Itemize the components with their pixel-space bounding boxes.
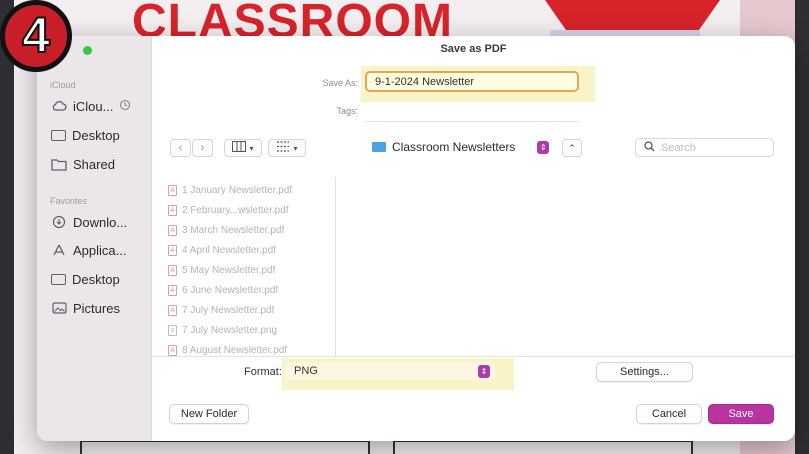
file-name: 4 April Newsletter.pdf — [182, 245, 276, 256]
new-folder-button[interactable]: New Folder — [169, 404, 249, 424]
save-as-input[interactable]: 9-1-2024 Newsletter — [365, 71, 579, 92]
sidebar-item-pictures[interactable]: Pictures — [51, 297, 120, 319]
divider — [152, 356, 795, 357]
format-label: Format: — [244, 366, 282, 378]
pdf-file-icon: A — [168, 265, 177, 276]
file-name: 8 August Newsletter.pdf — [182, 345, 288, 356]
chevron-up-icon: ⌃ — [568, 142, 576, 153]
background-box — [393, 440, 693, 454]
tags-label: Tags: — [336, 106, 358, 116]
background-box — [80, 440, 370, 454]
sidebar-item-label: Shared — [73, 156, 115, 172]
chevron-down-icon: ▾ — [293, 143, 298, 153]
chevron-left-icon: ‹ — [178, 142, 183, 154]
file-name: 7 July Newsletter.png — [182, 325, 278, 336]
file-item[interactable]: A 7 July Newsletter.pdf — [168, 302, 274, 319]
download-icon — [51, 215, 67, 229]
file-item[interactable]: ≡ 7 July Newsletter.png — [168, 322, 277, 339]
location-popup[interactable]: Classroom Newsletters ⇕ — [372, 138, 550, 156]
pdf-file-icon: A — [168, 225, 177, 236]
search-placeholder: Search — [661, 141, 696, 154]
sidebar-item-label: Pictures — [73, 300, 120, 316]
png-file-icon: ≡ — [168, 325, 177, 336]
search-icon — [644, 140, 655, 155]
file-item[interactable]: A 6 June Newsletter.pdf — [168, 282, 278, 299]
pdf-file-icon: A — [168, 205, 177, 216]
applications-icon — [51, 243, 67, 257]
file-item[interactable]: A 2 February...wsletter.pdf — [168, 202, 289, 219]
file-name: 1 January Newsletter.pdf — [182, 185, 293, 196]
file-name: 2 February...wsletter.pdf — [182, 205, 289, 216]
popup-stepper-icon: ⇕ — [478, 364, 490, 378]
file-item[interactable]: A 3 March Newsletter.pdf — [168, 222, 284, 239]
file-item[interactable]: A 4 April Newsletter.pdf — [168, 242, 276, 259]
sidebar-item-shared[interactable]: Shared — [51, 153, 115, 175]
file-name: 7 July Newsletter.pdf — [182, 305, 275, 316]
tags-input[interactable] — [365, 104, 579, 122]
save-as-pdf-dialog: iCloud iClou... Desktop Shared Favorites — [37, 36, 795, 441]
location-label: Classroom Newsletters — [392, 140, 516, 154]
pdf-file-icon: A — [168, 245, 177, 256]
pictures-icon — [51, 301, 67, 315]
columns-icon — [232, 141, 247, 155]
shared-folder-icon — [51, 157, 67, 171]
file-item[interactable]: A 5 May Newsletter.pdf — [168, 262, 275, 279]
back-button[interactable]: ‹ — [170, 139, 191, 157]
desktop-icon — [51, 273, 66, 285]
sidebar-item-label: Applica... — [73, 242, 127, 258]
step-badge: 4 — [0, 0, 72, 72]
sync-progress-icon — [119, 99, 131, 114]
popup-stepper-icon: ⇕ — [537, 140, 550, 154]
sidebar-item-label: Desktop — [72, 271, 120, 287]
chevron-down-icon: ▾ — [249, 143, 254, 153]
zoom-window-button[interactable] — [83, 46, 92, 55]
file-list: A 1 January Newsletter.pdf A 2 February.… — [152, 177, 336, 356]
format-value: PNG — [294, 365, 318, 377]
sidebar-item-applications[interactable]: Applica... — [51, 239, 126, 261]
grid-icon — [276, 141, 290, 155]
search-field[interactable]: Search — [635, 138, 774, 157]
background-banner — [545, 0, 720, 30]
cancel-button[interactable]: Cancel — [636, 404, 702, 424]
sidebar-item-desktop-icloud[interactable]: Desktop — [51, 124, 120, 146]
desktop-icon — [51, 129, 66, 141]
sidebar-item-label: iClou... — [73, 98, 114, 114]
column-view-button[interactable]: ▾ — [224, 139, 262, 157]
format-select[interactable]: PNG ⇕ — [285, 362, 495, 380]
chevron-right-icon: › — [200, 142, 205, 154]
sidebar-item-downloads[interactable]: Downlo... — [51, 211, 127, 233]
step-number: 4 — [21, 7, 51, 63]
file-name: 5 May Newsletter.pdf — [182, 265, 276, 276]
group-view-button[interactable]: ▾ — [268, 139, 306, 157]
sidebar-item-icloud-drive[interactable]: iClou... — [51, 95, 131, 117]
file-name: 6 June Newsletter.pdf — [182, 285, 279, 296]
save-button[interactable]: Save — [708, 404, 774, 424]
forward-button[interactable]: › — [192, 139, 213, 157]
pdf-file-icon: A — [168, 305, 177, 316]
save-as-label: Save As: — [322, 78, 358, 88]
expand-dialog-button[interactable]: ⌃ — [562, 139, 582, 157]
file-item[interactable]: A 1 January Newsletter.pdf — [168, 182, 292, 199]
pdf-file-icon: A — [168, 285, 177, 296]
folder-icon — [372, 142, 386, 152]
settings-button[interactable]: Settings... — [596, 362, 693, 382]
sidebar: iCloud iClou... Desktop Shared Favorites — [37, 36, 152, 441]
sidebar-section-icloud: iCloud — [50, 80, 76, 90]
file-name: 3 March Newsletter.pdf — [182, 225, 285, 236]
sidebar-item-label: Desktop — [72, 127, 120, 143]
cloud-icon — [51, 99, 67, 113]
sidebar-item-desktop[interactable]: Desktop — [51, 268, 120, 290]
sidebar-item-label: Downlo... — [73, 214, 128, 230]
pdf-file-icon: A — [168, 185, 177, 196]
dialog-title: Save as PDF — [440, 43, 507, 55]
sidebar-section-favorites: Favorites — [50, 196, 88, 206]
pdf-file-icon: A — [168, 345, 177, 356]
main-pane: Save as PDF Save As: 9-1-2024 Newsletter… — [152, 36, 795, 441]
